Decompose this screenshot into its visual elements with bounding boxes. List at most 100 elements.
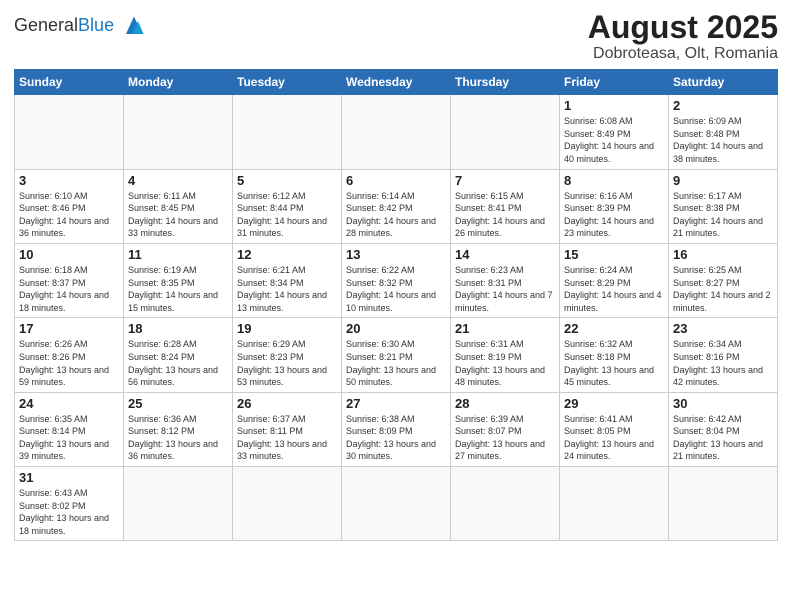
day-number: 9	[673, 173, 773, 188]
day-info: Sunrise: 6:24 AM Sunset: 8:29 PM Dayligh…	[564, 264, 664, 314]
table-cell: 5Sunrise: 6:12 AM Sunset: 8:44 PM Daylig…	[233, 169, 342, 243]
header: GeneralBlue August 2025 Dobroteasa, Olt,…	[14, 10, 778, 63]
calendar-row: 3 Sunrise: 6:10 AM Sunset: 8:46 PM Daylig…	[15, 169, 778, 243]
day-number: 19	[237, 321, 337, 336]
day-info: Sunrise: 6:34 AM Sunset: 8:16 PM Dayligh…	[673, 338, 773, 388]
col-friday: Friday	[560, 70, 669, 95]
table-cell: 1 Sunrise: 6:08 AM Sunset: 8:49 PM Daylig…	[560, 95, 669, 169]
day-info: Sunrise: 6:10 AM Sunset: 8:46 PM Dayligh…	[19, 190, 119, 240]
table-cell	[451, 467, 560, 541]
day-number: 7	[455, 173, 555, 188]
calendar-row: 1 Sunrise: 6:08 AM Sunset: 8:49 PM Daylig…	[15, 95, 778, 169]
day-number: 1	[564, 98, 664, 113]
table-cell: 4 Sunrise: 6:11 AM Sunset: 8:45 PM Daylig…	[124, 169, 233, 243]
day-number: 31	[19, 470, 119, 485]
table-cell	[124, 95, 233, 169]
table-cell	[669, 467, 778, 541]
table-cell: 23 Sunrise: 6:34 AM Sunset: 8:16 PM Dayli…	[669, 318, 778, 392]
day-info: Sunrise: 6:43 AM Sunset: 8:02 PM Dayligh…	[19, 487, 119, 537]
col-wednesday: Wednesday	[342, 70, 451, 95]
day-number: 18	[128, 321, 228, 336]
col-thursday: Thursday	[451, 70, 560, 95]
day-number: 29	[564, 396, 664, 411]
day-number: 23	[673, 321, 773, 336]
day-info: Sunrise: 6:31 AM Sunset: 8:19 PM Dayligh…	[455, 338, 555, 388]
table-cell: 13 Sunrise: 6:22 AM Sunset: 8:32 PM Dayli…	[342, 243, 451, 317]
logo-blue: Blue	[78, 15, 114, 35]
table-cell: 29 Sunrise: 6:41 AM Sunset: 8:05 PM Dayli…	[560, 392, 669, 466]
table-cell: 24Sunrise: 6:35 AM Sunset: 8:14 PM Dayli…	[15, 392, 124, 466]
day-info: Sunrise: 6:30 AM Sunset: 8:21 PM Dayligh…	[346, 338, 446, 388]
table-cell	[124, 467, 233, 541]
table-cell: 25Sunrise: 6:36 AM Sunset: 8:12 PM Dayli…	[124, 392, 233, 466]
day-number: 13	[346, 247, 446, 262]
logo: GeneralBlue	[14, 10, 150, 42]
title-block: August 2025 Dobroteasa, Olt, Romania	[588, 10, 778, 63]
page: GeneralBlue August 2025 Dobroteasa, Olt,…	[0, 0, 792, 612]
day-info: Sunrise: 6:38 AM Sunset: 8:09 PM Dayligh…	[346, 413, 446, 463]
calendar-row: 17 Sunrise: 6:26 AM Sunset: 8:26 PM Dayli…	[15, 318, 778, 392]
day-info: Sunrise: 6:26 AM Sunset: 8:26 PM Dayligh…	[19, 338, 119, 388]
day-info: Sunrise: 6:15 AM Sunset: 8:41 PM Dayligh…	[455, 190, 555, 240]
day-info: Sunrise: 6:35 AM Sunset: 8:14 PM Dayligh…	[19, 413, 119, 463]
table-cell: 15 Sunrise: 6:24 AM Sunset: 8:29 PM Dayli…	[560, 243, 669, 317]
table-cell: 31 Sunrise: 6:43 AM Sunset: 8:02 PM Dayli…	[15, 467, 124, 541]
day-number: 21	[455, 321, 555, 336]
table-cell	[560, 467, 669, 541]
table-cell: 21 Sunrise: 6:31 AM Sunset: 8:19 PM Dayli…	[451, 318, 560, 392]
calendar-row: 31 Sunrise: 6:43 AM Sunset: 8:02 PM Dayli…	[15, 467, 778, 541]
day-info: Sunrise: 6:11 AM Sunset: 8:45 PM Dayligh…	[128, 190, 228, 240]
day-info: Sunrise: 6:09 AM Sunset: 8:48 PM Dayligh…	[673, 115, 773, 165]
table-cell: 20Sunrise: 6:30 AM Sunset: 8:21 PM Dayli…	[342, 318, 451, 392]
day-info: Sunrise: 6:22 AM Sunset: 8:32 PM Dayligh…	[346, 264, 446, 314]
table-cell: 26 Sunrise: 6:37 AM Sunset: 8:11 PM Dayli…	[233, 392, 342, 466]
table-cell	[233, 95, 342, 169]
day-info: Sunrise: 6:16 AM Sunset: 8:39 PM Dayligh…	[564, 190, 664, 240]
table-cell: 6Sunrise: 6:14 AM Sunset: 8:42 PM Daylig…	[342, 169, 451, 243]
day-number: 10	[19, 247, 119, 262]
day-info: Sunrise: 6:36 AM Sunset: 8:12 PM Dayligh…	[128, 413, 228, 463]
day-number: 4	[128, 173, 228, 188]
day-number: 3	[19, 173, 119, 188]
day-number: 28	[455, 396, 555, 411]
table-cell: 27Sunrise: 6:38 AM Sunset: 8:09 PM Dayli…	[342, 392, 451, 466]
table-cell: 12Sunrise: 6:21 AM Sunset: 8:34 PM Dayli…	[233, 243, 342, 317]
day-info: Sunrise: 6:37 AM Sunset: 8:11 PM Dayligh…	[237, 413, 337, 463]
day-number: 26	[237, 396, 337, 411]
calendar-subtitle: Dobroteasa, Olt, Romania	[588, 45, 778, 63]
day-info: Sunrise: 6:19 AM Sunset: 8:35 PM Dayligh…	[128, 264, 228, 314]
table-cell: 18Sunrise: 6:28 AM Sunset: 8:24 PM Dayli…	[124, 318, 233, 392]
day-info: Sunrise: 6:32 AM Sunset: 8:18 PM Dayligh…	[564, 338, 664, 388]
calendar-row: 24Sunrise: 6:35 AM Sunset: 8:14 PM Dayli…	[15, 392, 778, 466]
table-cell: 2Sunrise: 6:09 AM Sunset: 8:48 PM Daylig…	[669, 95, 778, 169]
calendar-title: August 2025	[588, 10, 778, 45]
day-info: Sunrise: 6:08 AM Sunset: 8:49 PM Dayligh…	[564, 115, 664, 165]
day-number: 30	[673, 396, 773, 411]
day-info: Sunrise: 6:42 AM Sunset: 8:04 PM Dayligh…	[673, 413, 773, 463]
table-cell: 22 Sunrise: 6:32 AM Sunset: 8:18 PM Dayli…	[560, 318, 669, 392]
table-cell: 3 Sunrise: 6:10 AM Sunset: 8:46 PM Daylig…	[15, 169, 124, 243]
col-saturday: Saturday	[669, 70, 778, 95]
table-cell: 19Sunrise: 6:29 AM Sunset: 8:23 PM Dayli…	[233, 318, 342, 392]
table-cell	[233, 467, 342, 541]
day-number: 22	[564, 321, 664, 336]
day-info: Sunrise: 6:21 AM Sunset: 8:34 PM Dayligh…	[237, 264, 337, 314]
day-number: 15	[564, 247, 664, 262]
day-info: Sunrise: 6:23 AM Sunset: 8:31 PM Dayligh…	[455, 264, 555, 314]
logo-general: General	[14, 15, 78, 35]
day-info: Sunrise: 6:17 AM Sunset: 8:38 PM Dayligh…	[673, 190, 773, 240]
table-cell: 17 Sunrise: 6:26 AM Sunset: 8:26 PM Dayli…	[15, 318, 124, 392]
table-cell: 28Sunrise: 6:39 AM Sunset: 8:07 PM Dayli…	[451, 392, 560, 466]
table-cell: 7 Sunrise: 6:15 AM Sunset: 8:41 PM Daylig…	[451, 169, 560, 243]
logo-icon	[118, 10, 150, 42]
day-info: Sunrise: 6:18 AM Sunset: 8:37 PM Dayligh…	[19, 264, 119, 314]
table-cell: 14Sunrise: 6:23 AM Sunset: 8:31 PM Dayli…	[451, 243, 560, 317]
logo-text: GeneralBlue	[14, 16, 114, 36]
day-number: 11	[128, 247, 228, 262]
table-cell: 8Sunrise: 6:16 AM Sunset: 8:39 PM Daylig…	[560, 169, 669, 243]
day-number: 17	[19, 321, 119, 336]
day-info: Sunrise: 6:14 AM Sunset: 8:42 PM Dayligh…	[346, 190, 446, 240]
table-cell: 16Sunrise: 6:25 AM Sunset: 8:27 PM Dayli…	[669, 243, 778, 317]
table-cell	[15, 95, 124, 169]
day-info: Sunrise: 6:41 AM Sunset: 8:05 PM Dayligh…	[564, 413, 664, 463]
